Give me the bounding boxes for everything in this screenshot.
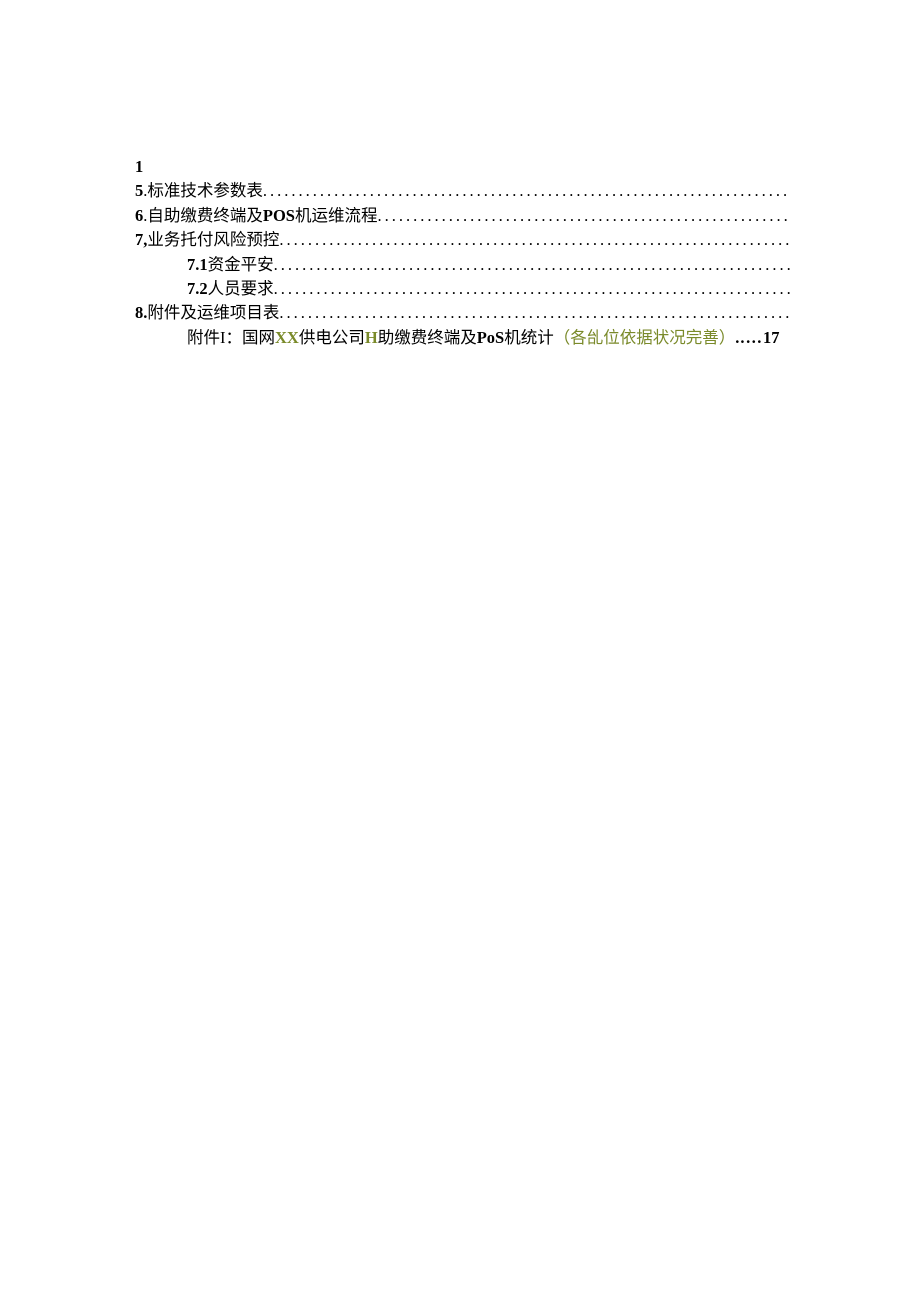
toc-entry-7-1: 7.1 资金平安 bbox=[135, 253, 790, 277]
attach-text-b: 供电公司 bbox=[299, 326, 365, 350]
attach-text-d: 机统计 bbox=[504, 326, 554, 350]
toc-number-7: 7, bbox=[135, 228, 147, 252]
attach-h: H bbox=[365, 326, 378, 350]
toc-entry-6: 6 . 自助缴费终端及 POS 机运维流程 bbox=[135, 204, 790, 228]
toc-entry-7-2: 7.2 人员要求 bbox=[135, 277, 790, 301]
toc-number-5: 5 bbox=[135, 179, 143, 203]
attach-xx: XX bbox=[275, 326, 299, 350]
attach-page-number: 17 bbox=[763, 326, 780, 350]
toc-entry-attachment: 附件I： 国网 XX 供电公司 H 助缴费终端及 PoS 机统计 （各乨位依据状… bbox=[135, 326, 790, 350]
toc-entry-5: 5 . 标准技术参数表 bbox=[135, 179, 790, 203]
leader-dots bbox=[274, 253, 790, 277]
toc-title-6a: 自助缴费终端及 bbox=[147, 204, 263, 228]
toc-title-7-1: 资金平安 bbox=[208, 253, 274, 277]
attach-label: 附件I： bbox=[187, 326, 242, 350]
toc-number-1: 1 bbox=[135, 155, 143, 179]
toc-number-7-1: 7.1 bbox=[187, 253, 208, 277]
toc-number-6: 6 bbox=[135, 204, 143, 228]
attach-text-a: 国网 bbox=[242, 326, 275, 350]
toc-number-8: 8. bbox=[135, 301, 147, 325]
leader-dots bbox=[263, 179, 790, 203]
toc-title-6-pos: POS bbox=[263, 204, 295, 228]
leader-dots bbox=[274, 277, 790, 301]
toc-title-8: 附件及运维项目表 bbox=[147, 301, 279, 325]
attach-note: （各乨位依据状况完善） bbox=[554, 326, 736, 350]
toc-entry-7: 7, 业务托付风险预控 bbox=[135, 228, 790, 252]
toc-number-7-2: 7.2 bbox=[187, 277, 208, 301]
attach-pos: PoS bbox=[477, 326, 505, 350]
toc-title-7-2: 人员要求 bbox=[208, 277, 274, 301]
toc-title-7: 业务托付风险预控 bbox=[147, 228, 279, 252]
toc-title-6b: 机运维流程 bbox=[295, 204, 378, 228]
leader-dots bbox=[279, 228, 790, 252]
toc-entry-8: 8. 附件及运维项目表 bbox=[135, 301, 790, 325]
toc-title-5: 标准技术参数表 bbox=[147, 179, 263, 203]
attach-dots: ..… bbox=[735, 326, 763, 350]
toc-line-1: 1 bbox=[135, 155, 790, 179]
leader-dots bbox=[377, 204, 790, 228]
attach-text-c: 助缴费终端及 bbox=[378, 326, 477, 350]
leader-dots bbox=[279, 301, 790, 325]
